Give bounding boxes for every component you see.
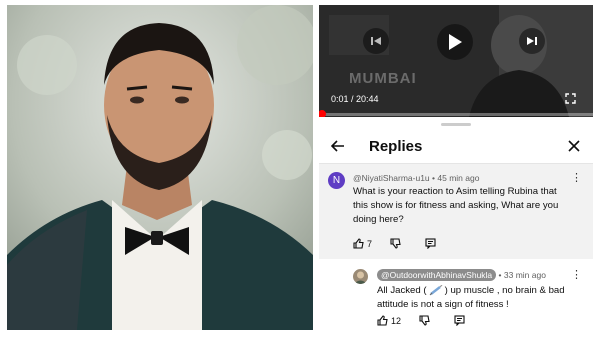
comment-text: All Jacked ( ) up muscle , no brain & ba… — [377, 284, 573, 312]
progress-bar[interactable] — [319, 110, 593, 117]
syringe-emoji-icon — [429, 284, 443, 296]
back-arrow-icon[interactable] — [331, 140, 345, 152]
comment-actions: 12 — [377, 315, 465, 326]
video-player[interactable]: MUMBAI 0:01 / 20:44 — [319, 5, 593, 117]
like-icon[interactable] — [353, 238, 364, 249]
next-button[interactable] — [519, 28, 545, 54]
portrait-image — [7, 5, 313, 330]
comment-text: What is your reaction to Asim telling Ru… — [353, 186, 559, 225]
replies-panel: Replies N @NiyatiSharma-u1u • 45 min ago… — [319, 119, 593, 330]
comment-time: 45 min ago — [437, 173, 480, 183]
dislike-icon[interactable] — [390, 238, 401, 249]
more-options-icon[interactable]: ⋮ — [571, 171, 582, 184]
youtube-screen: MUMBAI 0:01 / 20:44 Replies N @NiyatiSha… — [319, 5, 593, 330]
skip-next-icon — [527, 36, 537, 46]
drag-handle[interactable] — [441, 123, 471, 126]
comment-meta: @OutdoorwithAbhinavShukla • 33 min ago — [377, 269, 546, 281]
skip-previous-icon — [371, 36, 381, 46]
comment-author[interactable]: @NiyatiSharma-u1u — [353, 173, 430, 183]
comment-actions: 7 — [353, 238, 436, 249]
play-icon — [448, 34, 462, 50]
more-options-icon[interactable]: ⋮ — [571, 268, 582, 281]
close-icon[interactable] — [568, 140, 580, 152]
previous-button[interactable] — [363, 28, 389, 54]
reply-icon[interactable] — [425, 238, 436, 249]
playback-time: 0:01 / 20:44 — [331, 94, 379, 104]
news-photo — [7, 5, 313, 330]
comment-author[interactable]: @OutdoorwithAbhinavShukla — [377, 269, 497, 281]
dislike-icon[interactable] — [419, 315, 430, 326]
like-count: 7 — [367, 238, 373, 249]
comment-meta: @NiyatiSharma-u1u • 45 min ago — [353, 173, 479, 183]
video-overlay-text: MUMBAI — [349, 70, 417, 87]
avatar-photo — [354, 271, 367, 284]
progress-scrubber[interactable] — [319, 110, 326, 117]
like-count: 12 — [391, 315, 402, 326]
like-icon[interactable] — [377, 315, 388, 326]
comment-text-before: All Jacked ( — [377, 285, 427, 296]
replies-header: Replies — [319, 129, 593, 163]
avatar[interactable] — [353, 269, 368, 284]
play-button[interactable] — [437, 24, 473, 60]
comment-time: 33 min ago — [503, 270, 546, 280]
reply-icon[interactable] — [454, 315, 465, 326]
panel-title: Replies — [369, 138, 423, 155]
comment-item: @OutdoorwithAbhinavShukla • 33 min ago ⋮… — [319, 263, 593, 330]
comment-item: N @NiyatiSharma-u1u • 45 min ago ⋮ What … — [319, 164, 593, 259]
avatar[interactable]: N — [328, 172, 345, 189]
fullscreen-icon[interactable] — [565, 93, 576, 104]
